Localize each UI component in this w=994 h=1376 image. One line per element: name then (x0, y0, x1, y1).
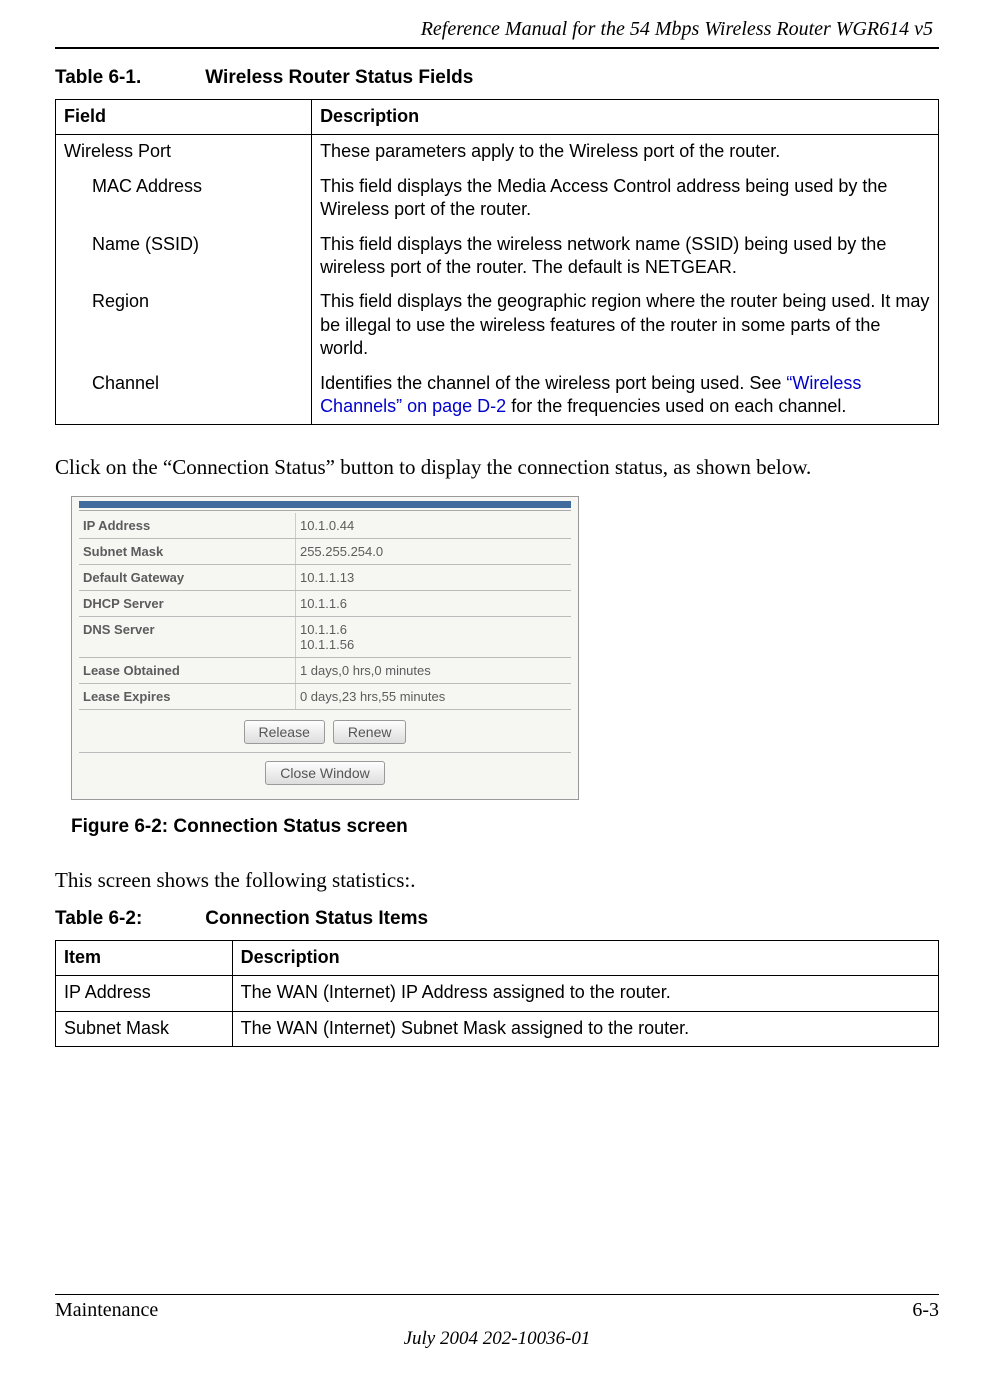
footer-rule (55, 1294, 939, 1295)
desc-cell: This field displays the geographic regio… (312, 285, 939, 366)
header-rule (55, 47, 939, 49)
col-field-header: Field (56, 100, 312, 135)
desc-post: for the frequencies used on each channel… (506, 396, 846, 416)
table-number: Table 6-1. (55, 67, 200, 89)
status-value: 0 days,23 hrs,55 minutes (295, 683, 571, 709)
status-value: 10.1.0.44 (295, 513, 571, 539)
document-header: Reference Manual for the 54 Mbps Wireles… (55, 18, 939, 47)
desc-cell: This field displays the Media Access Con… (312, 170, 939, 228)
status-value: 10.1.1.6 (295, 590, 571, 616)
table-6-1-title: Table 6-1. Wireless Router Status Fields (55, 67, 939, 89)
status-label: IP Address (79, 513, 295, 539)
button-row-1: Release Renew (79, 720, 571, 744)
figure-6-2: IP Address10.1.0.44 Subnet Mask255.255.2… (71, 496, 939, 838)
desc-cell: The WAN (Internet) Subnet Mask assigned … (232, 1011, 938, 1046)
close-window-button[interactable]: Close Window (265, 761, 384, 785)
status-value: 10.1.1.13 (295, 564, 571, 590)
table-number: Table 6-2: (55, 908, 200, 930)
status-label: Subnet Mask (79, 538, 295, 564)
status-label: DHCP Server (79, 590, 295, 616)
page-number: 6-3 (912, 1299, 939, 1322)
footer-date-docnum: July 2004 202-10036-01 (55, 1328, 939, 1350)
status-value: 255.255.254.0 (295, 538, 571, 564)
status-label: Lease Obtained (79, 657, 295, 683)
status-label: Default Gateway (79, 564, 295, 590)
connection-status-table: IP Address10.1.0.44 Subnet Mask255.255.2… (79, 513, 571, 710)
release-button[interactable]: Release (244, 720, 325, 744)
figure-divider (79, 510, 571, 511)
table-name: Connection Status Items (205, 908, 428, 929)
figure-caption: Figure 6-2: Connection Status screen (71, 816, 939, 838)
body-paragraph-2: This screen shows the following statisti… (55, 866, 939, 894)
table-6-2-title: Table 6-2: Connection Status Items (55, 908, 939, 930)
table-name: Wireless Router Status Fields (205, 67, 473, 88)
col-item-header: Item (56, 940, 233, 975)
desc-cell: Identifies the channel of the wireless p… (312, 367, 939, 425)
desc-cell: The WAN (Internet) IP Address assigned t… (232, 976, 938, 1011)
desc-cell: These parameters apply to the Wireless p… (312, 135, 939, 170)
table-wireless-router-status-fields: Field Description Wireless Port These pa… (55, 99, 939, 425)
field-cell: Region (56, 285, 312, 366)
desc-cell: This field displays the wireless network… (312, 228, 939, 286)
field-cell: Name (SSID) (56, 228, 312, 286)
button-row-2: Close Window (79, 752, 571, 785)
body-paragraph-1: Click on the “Connection Status” button … (55, 453, 939, 481)
status-value: 1 days,0 hrs,0 minutes (295, 657, 571, 683)
item-cell: IP Address (56, 976, 233, 1011)
field-cell: Channel (56, 367, 312, 425)
page-footer: Maintenance 6-3 July 2004 202-10036-01 (55, 1294, 939, 1350)
field-cell: MAC Address (56, 170, 312, 228)
desc-pre: Identifies the channel of the wireless p… (320, 373, 786, 393)
table-connection-status-items: Item Description IP Address The WAN (Int… (55, 940, 939, 1047)
item-cell: Subnet Mask (56, 1011, 233, 1046)
renew-button[interactable]: Renew (333, 720, 407, 744)
status-value: 10.1.1.6 10.1.1.56 (295, 616, 571, 657)
status-label: Lease Expires (79, 683, 295, 709)
figure-top-bar (79, 501, 571, 508)
col-description-header: Description (312, 100, 939, 135)
field-cell: Wireless Port (56, 135, 312, 170)
col-description-header: Description (232, 940, 938, 975)
connection-status-screenshot: IP Address10.1.0.44 Subnet Mask255.255.2… (71, 496, 579, 800)
status-label: DNS Server (79, 616, 295, 657)
footer-section: Maintenance (55, 1299, 158, 1322)
